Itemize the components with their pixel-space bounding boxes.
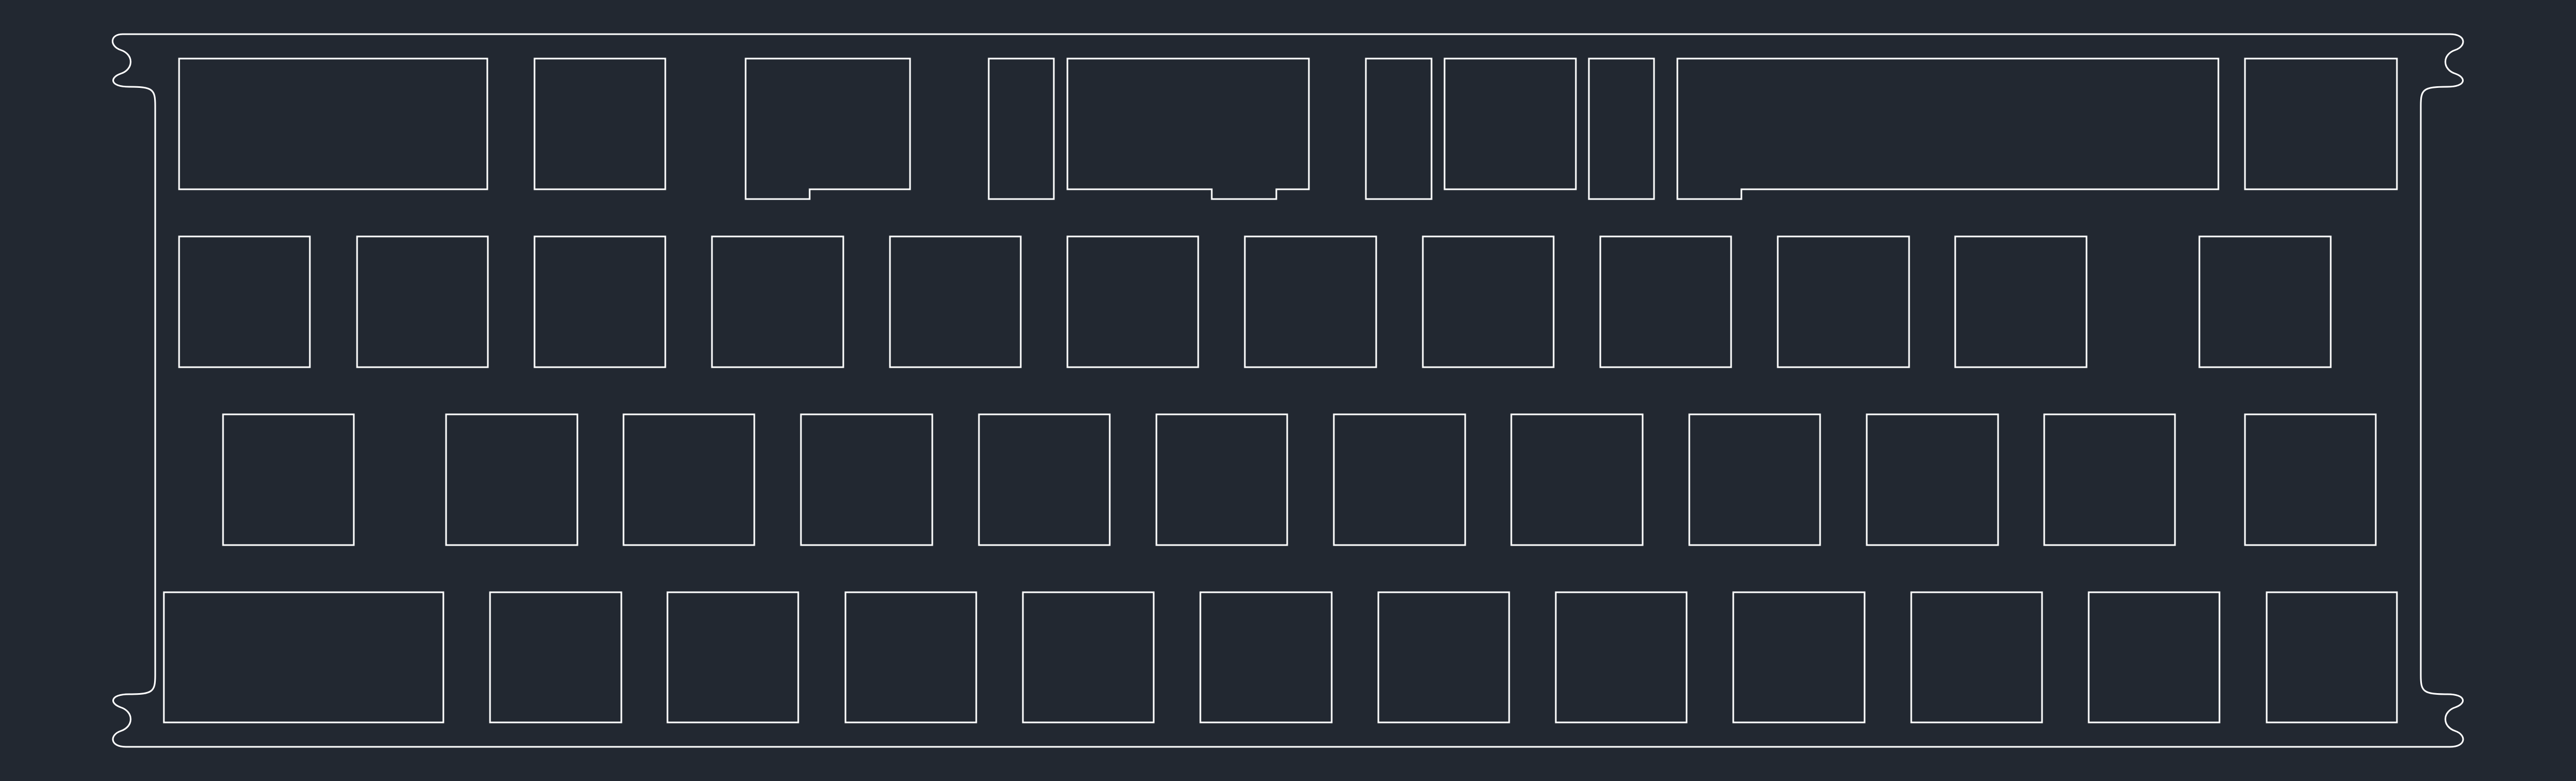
key-cutout-row2-12: [2198, 235, 2332, 368]
key-cutout-row4-6: [1199, 591, 1333, 724]
key-cutout-row4-9: [1732, 591, 1866, 724]
key-cutout-row3-6: [1155, 413, 1288, 546]
key-cutout-row3-4: [800, 413, 933, 546]
key-cutout-row3-11: [2043, 413, 2176, 546]
key-cutout-row2-4: [711, 235, 844, 368]
key-cutout-row1-7: [1443, 57, 1577, 190]
key-cutout-row1-1: [178, 57, 488, 190]
key-cutout-row2-8: [1422, 235, 1555, 368]
key-cutout-row1-5: [1066, 57, 1310, 200]
key-cutout-row3-12: [2244, 413, 2377, 546]
key-cutout-row4-8: [1555, 591, 1688, 724]
key-cutout-row3-2: [445, 413, 578, 546]
key-cutout-row3-9: [1688, 413, 1821, 546]
plate-outline: [112, 33, 2464, 748]
key-cutout-row2-6: [1066, 235, 1199, 368]
key-cutout-row3-7: [1333, 413, 1466, 546]
key-cutout-row2-11: [1954, 235, 2088, 368]
key-cutout-row4-5: [1022, 591, 1155, 724]
key-cutout-row3-10: [1866, 413, 1999, 546]
key-cutout-row1-8: [1588, 57, 1655, 200]
key-cutout-row1-10: [2244, 57, 2398, 190]
key-cutout-row2-5: [889, 235, 1022, 368]
key-cutout-row2-2: [356, 235, 489, 368]
keyboard-plate-diagram: [0, 0, 2576, 781]
key-cutout-row4-11: [2088, 591, 2221, 724]
background: [0, 0, 2576, 781]
key-cutout-row1-3: [745, 57, 911, 200]
key-cutout-row2-9: [1599, 235, 1732, 368]
key-cutout-row2-3: [533, 235, 666, 368]
key-cutout-row4-10: [1910, 591, 2043, 724]
key-cutout-row4-7: [1377, 591, 1510, 724]
key-cutout-row2-1: [178, 235, 311, 368]
key-cutout-row3-5: [978, 413, 1111, 546]
key-cutout-row4-12: [2266, 591, 2398, 724]
key-cutout-row3-3: [622, 413, 755, 546]
key-cutout-row2-10: [1777, 235, 1910, 368]
key-cutout-row4-4: [844, 591, 977, 724]
key-cutout-row4-1: [163, 591, 444, 724]
uniform-key-rows: [163, 235, 2398, 724]
key-cutout-row4-3: [666, 591, 799, 724]
key-cutout-row3-1: [222, 413, 355, 546]
key-cutout-row1-6: [1365, 57, 1433, 200]
key-cutout-row2-7: [1244, 235, 1377, 368]
key-cutout-row1-4: [988, 57, 1055, 200]
key-cutout-row1-2: [533, 57, 666, 190]
key-cutout-row4-2: [489, 591, 622, 724]
key-cutout-row1-9: [1676, 57, 2219, 200]
key-cutout-row3-8: [1510, 413, 1644, 546]
